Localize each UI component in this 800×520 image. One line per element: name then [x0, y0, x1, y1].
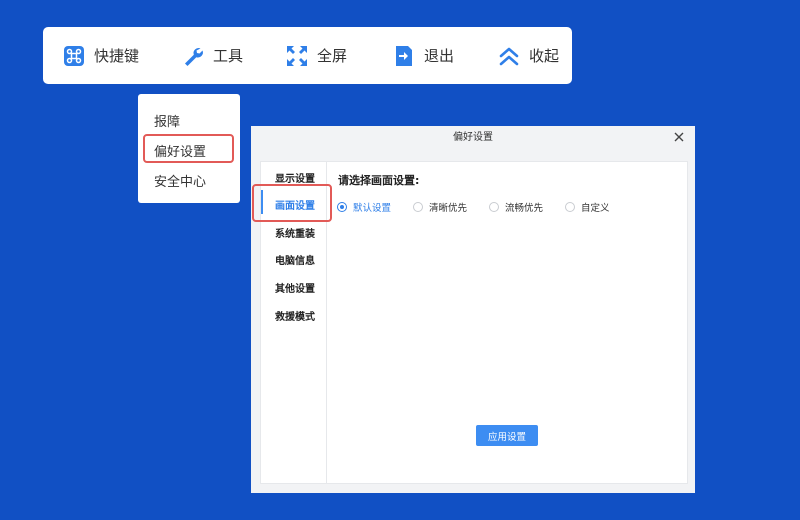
picture-settings-title: 请选择画面设置: [338, 174, 420, 187]
toolbar-fullscreen-button[interactable]: 全屏 [286, 27, 347, 84]
preferences-dialog: 偏好设置 显示设置 画面设置 系统重装 电脑信息 其他设置 救援模式 请选择画面… [251, 126, 695, 493]
sidebar-item-display[interactable]: 显示设置 [275, 170, 315, 185]
radio-unchecked-icon [413, 202, 423, 212]
radio-unchecked-icon [565, 202, 575, 212]
radio-default-label: 默认设置 [353, 203, 392, 214]
toolbar-tools-button[interactable]: 工具 [182, 27, 243, 84]
toolbar-collapse-button[interactable]: 收起 [498, 27, 559, 84]
close-icon[interactable] [672, 130, 686, 144]
sidebar-item-system-reinstall[interactable]: 系统重装 [275, 225, 315, 240]
radio-custom[interactable]: 自定义 [565, 200, 610, 214]
fullscreen-icon [287, 45, 307, 66]
tools-dropdown-menu: 报障 偏好设置 安全中心 [138, 94, 240, 203]
radio-smooth-first[interactable]: 流畅优先 [489, 200, 543, 214]
toolbar-tools-label: 工具 [213, 47, 244, 65]
sidebar-item-other-settings[interactable]: 其他设置 [275, 280, 315, 295]
radio-custom-label: 自定义 [581, 203, 610, 214]
toolbar-collapse-label: 收起 [529, 47, 560, 65]
command-icon [64, 45, 84, 66]
picture-mode-radio-group: 默认设置 清晰优先 流畅优先 自定义 [337, 200, 677, 214]
radio-default[interactable]: 默认设置 [337, 200, 391, 214]
exit-icon [396, 45, 412, 66]
stage: 快捷键 工具 全屏 退出 收起 报障 偏好设置 安全中心 偏好设置 显示设置 画… [0, 0, 800, 520]
radio-clarity-first[interactable]: 清晰优先 [413, 200, 467, 214]
radio-clarity-first-label: 清晰优先 [429, 203, 468, 214]
menu-item-report[interactable]: 报障 [154, 111, 180, 130]
radio-unchecked-icon [489, 202, 499, 212]
apply-settings-button[interactable]: 应用设置 [476, 425, 538, 446]
radio-smooth-first-label: 流畅优先 [505, 203, 544, 214]
toolbar-exit-button[interactable]: 退出 [393, 27, 454, 84]
collapse-up-icon [499, 47, 519, 65]
sidebar-item-rescue-mode[interactable]: 救援模式 [275, 308, 315, 323]
toolbar-shortcut-label: 快捷键 [94, 47, 140, 65]
picture-settings-highlight-box [252, 184, 332, 222]
dialog-title: 偏好设置 [453, 132, 493, 143]
menu-item-security-center[interactable]: 安全中心 [154, 171, 206, 190]
preferences-highlight-box [143, 134, 234, 163]
sidebar-item-computer-info[interactable]: 电脑信息 [275, 252, 315, 267]
toolbar-shortcut-button[interactable]: 快捷键 [63, 27, 139, 84]
toolbar: 快捷键 工具 全屏 退出 收起 [43, 27, 572, 84]
toolbar-exit-label: 退出 [424, 47, 455, 65]
toolbar-fullscreen-label: 全屏 [317, 47, 348, 65]
radio-checked-icon [337, 202, 347, 212]
wrench-icon [185, 47, 203, 66]
